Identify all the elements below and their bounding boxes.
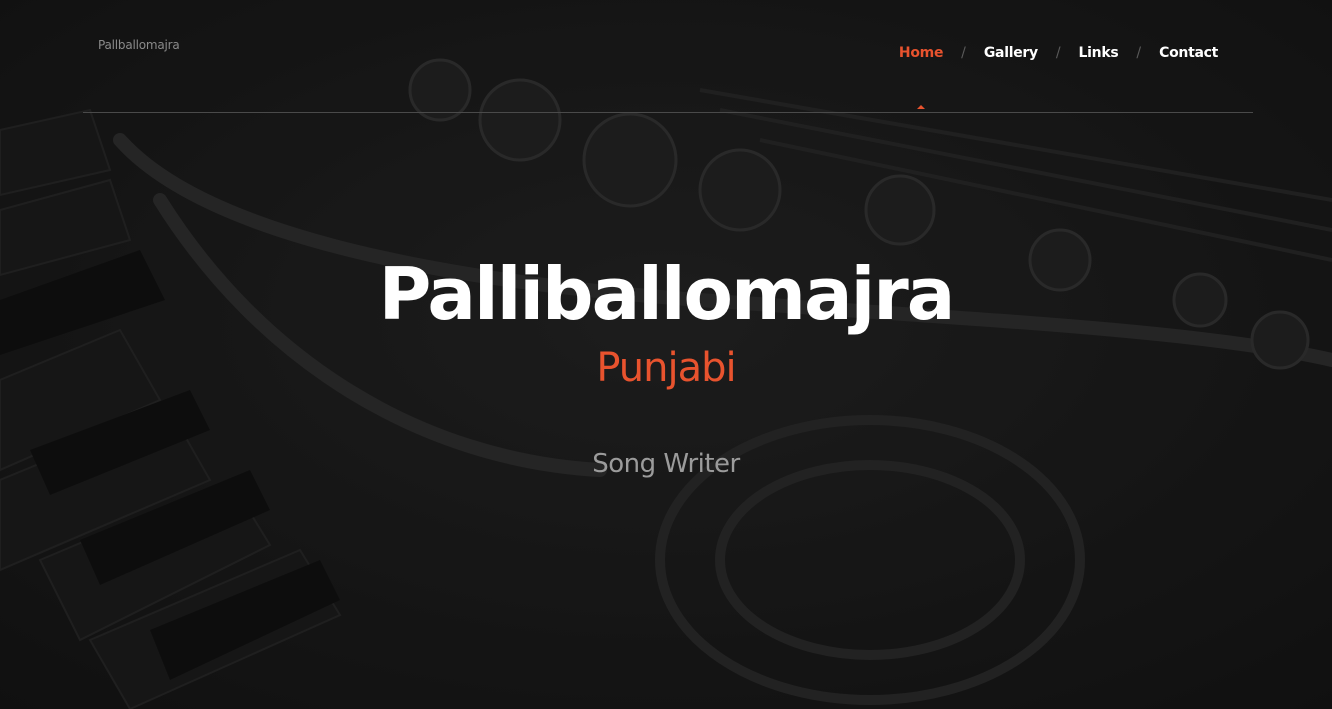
brand-logo-link[interactable]: Pallballomajra: [98, 38, 180, 52]
hero-subtitle: Punjabi: [596, 345, 736, 391]
nav-separator: /: [961, 45, 966, 61]
header-divider: [83, 112, 1253, 113]
nav-item-gallery[interactable]: Gallery: [984, 45, 1038, 61]
nav-item-home[interactable]: Home: [899, 45, 943, 109]
nav-item-contact[interactable]: Contact: [1159, 45, 1218, 61]
hero-role: Song Writer: [592, 449, 740, 479]
page: Pallballomajra Home / Gallery / Links / …: [0, 0, 1332, 709]
nav-separator: /: [1136, 45, 1142, 61]
hero-title: Palliballomajra: [378, 252, 956, 337]
nav-item-links[interactable]: Links: [1079, 45, 1119, 61]
nav-separator: /: [1055, 45, 1061, 61]
main-nav: Home / Gallery / Links / Contact: [899, 45, 1218, 109]
